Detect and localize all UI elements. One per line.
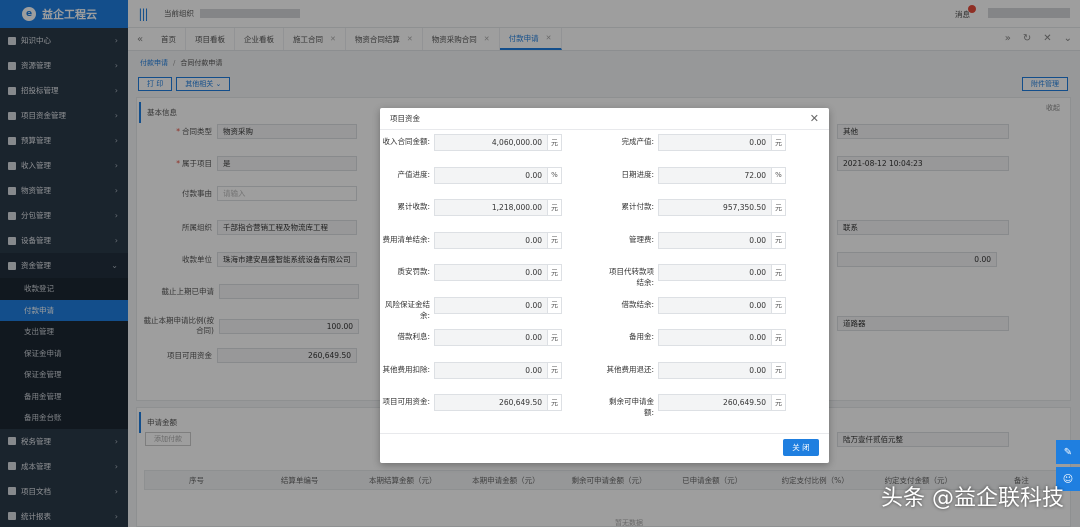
modal-field-label: 其他费用退还: (606, 364, 654, 374)
modal-field-label: 日期进度: (621, 169, 654, 179)
modal-field-label: 费用清单结余: (382, 234, 430, 244)
modal-field-row: 累计收款: 1,218,000.00 元 (382, 199, 562, 216)
modal-field-label: 风险保证金结余: (385, 299, 430, 320)
modal-close-icon[interactable]: ✕ (810, 112, 819, 125)
modal-field-value: 0.00 (658, 134, 772, 151)
modal-field-label: 累计付款: (621, 202, 654, 211)
modal-field-unit: 元 (772, 361, 786, 379)
modal-field-unit: 元 (548, 231, 562, 249)
modal-field-value: 0.00 (658, 264, 772, 281)
modal-field-row: 收入合同金额: 4,060,000.00 元 (382, 134, 562, 151)
modal-field-row: 其他费用扣除: 0.00 元 (382, 361, 562, 379)
modal-field-row: 日期进度: 72.00% (606, 166, 786, 184)
modal-field-row: 其他费用退还: 0.00 元 (606, 361, 786, 379)
modal-field-value: 72.00 (658, 166, 772, 184)
close-button[interactable]: 关 闭 (783, 439, 819, 456)
modal-field-label: 项目代转款项结余: (609, 267, 654, 287)
modal-field-value: 260,649.50 (434, 394, 548, 411)
modal-field-value: 0.00 (658, 296, 772, 314)
modal-field-value: 0.00 (658, 361, 772, 379)
modal-field-unit: 元 (548, 134, 562, 151)
float-edit-icon[interactable]: ✎ (1056, 440, 1080, 464)
modal-field-unit: 元 (772, 296, 786, 314)
modal-field-label: 借款利息: (397, 332, 430, 341)
modal-field-value: 0.00 (658, 231, 772, 249)
modal-field-unit: 元 (548, 264, 562, 281)
modal-header: 项目资金 ✕ (380, 108, 829, 130)
modal-field-unit: 元 (772, 134, 786, 151)
modal-field-value: 0.00 (434, 296, 548, 314)
modal-field-unit: 元 (772, 199, 786, 216)
modal-field-label: 管理费: (628, 234, 654, 244)
modal-field-label: 完成产值: (621, 137, 654, 146)
modal-field-unit: 元 (772, 231, 786, 249)
modal-field-unit: 元 (548, 199, 562, 216)
modal-field-value: 4,060,000.00 (434, 134, 548, 151)
modal-field-unit: 元 (548, 361, 562, 379)
modal-field-value: 260,649.50 (658, 394, 772, 411)
modal-field-row: 产值进度: 0.00% (382, 166, 562, 184)
modal-field-label: 产值进度: (397, 169, 430, 179)
modal-field-value: 957,350.50 (658, 199, 772, 216)
modal-field-unit: 元 (548, 329, 562, 346)
modal-field-label: 质安罚款: (397, 267, 430, 276)
modal-field-row: 费用清单结余: 0.00 元 (382, 231, 562, 249)
modal-field-row: 管理费: 0.00 元 (606, 231, 786, 249)
watermark: 头条 @益企联科技 (881, 486, 1064, 511)
modal-field-unit: 元 (548, 296, 562, 314)
modal-field-row: 借款结余: 0.00 元 (606, 296, 786, 314)
modal-field-value: 0.00 (434, 329, 548, 346)
modal-field-unit: % (548, 166, 562, 184)
modal-field-label: 累计收款: (397, 202, 430, 211)
modal-field-label: 备用金: (628, 332, 654, 341)
modal-footer-divider (380, 433, 829, 434)
modal-field-row: 累计付款: 957,350.50 元 (606, 199, 786, 216)
modal-field-value: 0.00 (434, 264, 548, 281)
modal-field-label: 其他费用扣除: (382, 364, 430, 374)
project-funds-modal: 项目资金 ✕ 收入合同金额: 4,060,000.00 元产值进度: 0.00% 累计收… (380, 108, 829, 463)
modal-field-row: 备用金: 0.00 元 (606, 329, 786, 346)
modal-field-row: 项目代转款项结余: 0.00 元 (606, 264, 786, 288)
modal-field-value: 0.00 (434, 166, 548, 184)
modal-field-value: 1,218,000.00 (434, 199, 548, 216)
modal-field-row: 借款利息: 0.00 元 (382, 329, 562, 346)
modal-field-value: 0.00 (434, 231, 548, 249)
modal-field-unit: 元 (548, 394, 562, 411)
modal-field-unit: % (772, 166, 786, 184)
modal-field-value: 0.00 (658, 329, 772, 346)
modal-field-unit: 元 (772, 329, 786, 346)
modal-field-unit: 元 (772, 394, 786, 411)
modal-field-label: 项目可用资金: (382, 397, 430, 406)
modal-field-row: 完成产值: 0.00 元 (606, 134, 786, 151)
modal-field-row: 剩余可申请金额: 260,649.50 元 (606, 394, 786, 418)
modal-title: 项目资金 (390, 114, 420, 123)
modal-field-label: 借款结余: (621, 299, 654, 309)
modal-field-label: 收入合同金额: (382, 137, 430, 146)
modal-field-row: 质安罚款: 0.00 元 (382, 264, 562, 281)
modal-field-unit: 元 (772, 264, 786, 281)
modal-field-label: 剩余可申请金额: (609, 397, 654, 417)
modal-field-row: 风险保证金结余: 0.00 元 (382, 296, 562, 321)
modal-field-value: 0.00 (434, 361, 548, 379)
modal-field-row: 项目可用资金: 260,649.50 元 (382, 394, 562, 411)
